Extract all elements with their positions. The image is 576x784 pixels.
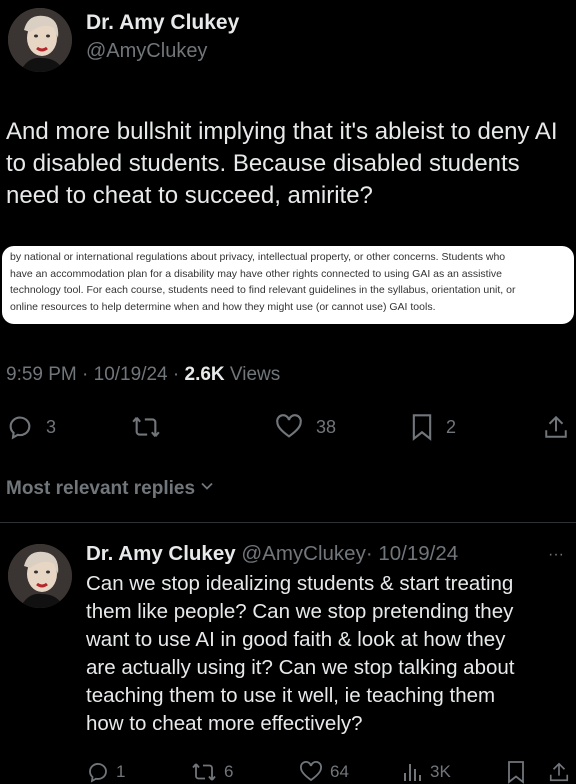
replies-sort-label: Most relevant replies [6,478,196,499]
reply-line: want to use AI in good faith & look at h… [86,628,506,651]
retweet-button[interactable] [130,413,162,441]
reply-icon [86,760,110,784]
reply-line: how to cheat more effectively? [86,712,363,735]
views-label: Views [224,364,281,385]
reply-reply-button[interactable]: 1 [86,760,125,784]
reply-reply-count: 1 [116,762,126,781]
reply-date[interactable]: · 10/19/24 [366,542,458,565]
share-button[interactable] [543,413,569,441]
views-count: 2.6K [184,364,225,385]
like-button[interactable]: 38 [274,413,336,441]
reply-retweet-button[interactable]: 6 [190,760,233,784]
like-count: 38 [316,416,337,437]
reply-header: Dr. Amy Clukey @AmyClukey· 10/19/24 [86,542,458,566]
heart-icon [298,760,324,784]
retweet-icon [190,760,218,784]
image-line: online resources to help determine when … [10,300,436,313]
timestamp[interactable]: 9:59 PM · 10/19/24 · [6,364,185,385]
reply-views-count: 3K [430,762,451,781]
divider [0,522,576,523]
reply-like-count: 64 [330,762,349,781]
bookmark-button[interactable]: 2 [410,413,456,441]
share-icon [548,760,570,784]
chevron-down-icon [199,478,215,500]
bookmark-icon [410,413,434,441]
bookmark-count: 2 [446,416,457,437]
image-line: technology tool. For each course, studen… [10,284,516,296]
tweet-text: And more bullshit implying that it's abl… [6,118,558,209]
reply-like-button[interactable]: 64 [298,760,349,784]
tweet-meta: 9:59 PM · 10/19/24 · 2.6K Views [6,364,280,386]
image-line: have an accommodation plan for a disabil… [10,267,503,280]
reply-icon [6,413,34,441]
reply-line: are actually using it? Can we stop talki… [86,656,515,679]
reply-share-button[interactable] [548,760,570,784]
views-icon [400,760,424,784]
reply-line: them like people? Can we stop pretending… [86,600,514,623]
bookmark-icon [506,760,526,784]
author-handle[interactable]: @AmyClukey [86,40,207,63]
reply-views-button[interactable]: 3K [400,760,451,784]
reply-avatar[interactable] [8,544,72,608]
reply-line: Can we stop idealizing students & start … [86,572,514,595]
reply-button[interactable]: 3 [6,413,56,441]
reply-retweet-count: 6 [224,762,234,781]
reply-author-name[interactable]: Dr. Amy Clukey [86,542,236,565]
avatar[interactable] [8,8,72,72]
image-line: by national or international regulations… [10,251,506,263]
reply-line: teaching them to use it well, ie teachin… [86,684,496,707]
reply-count: 3 [46,416,57,437]
reply-bookmark-button[interactable] [506,760,526,784]
reply-author-handle[interactable]: @AmyClukey [241,542,365,565]
share-icon [543,413,569,441]
replies-sort[interactable]: Most relevant replies [6,478,215,500]
reply-text: Can we stop idealizing students & start … [86,570,572,738]
author-name[interactable]: Dr. Amy Clukey [86,11,239,35]
tweet-image[interactable]: by national or international regulations… [2,246,574,324]
heart-icon [274,413,304,441]
more-options-icon[interactable]: ··· [548,546,564,564]
retweet-icon [130,413,162,441]
